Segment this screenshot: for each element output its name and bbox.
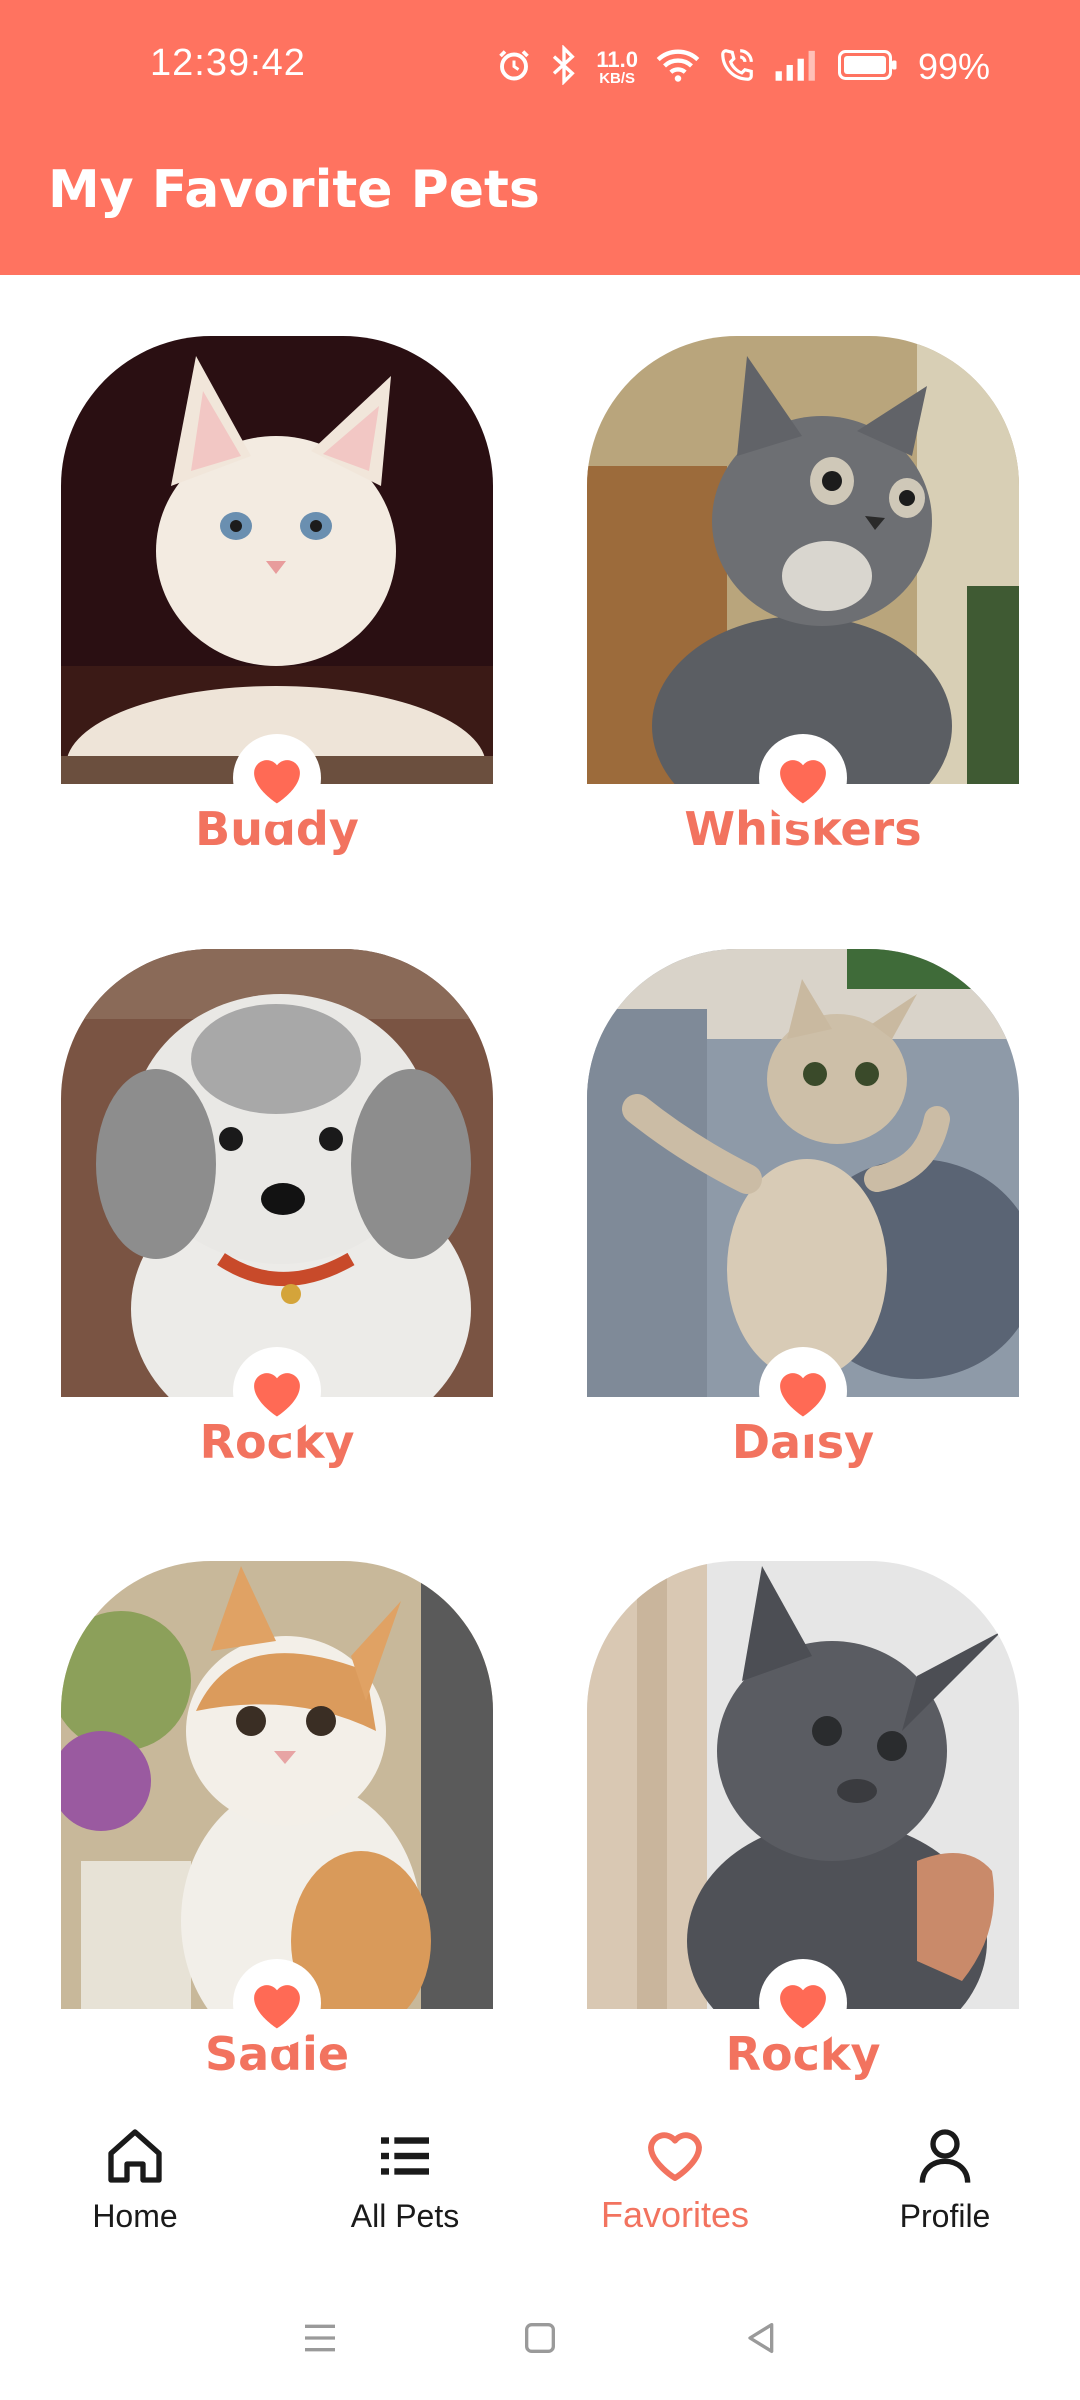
heart-outline-icon: [648, 2132, 702, 2181]
bottom-nav: Home All Pets Favorites Profile: [0, 2100, 1080, 2280]
nav-label: Profile: [899, 2198, 991, 2234]
heart-filled-icon: [780, 760, 826, 804]
pet-card[interactable]: Rocky: [61, 949, 493, 1469]
pet-photo: [61, 949, 493, 1397]
nav-all-pets[interactable]: All Pets: [270, 2100, 540, 2280]
pet-photo: [587, 336, 1019, 784]
pet-card[interactable]: Daisy: [587, 949, 1019, 1469]
heart-filled-icon: [254, 760, 300, 804]
pet-card[interactable]: Whiskers: [587, 336, 1019, 856]
menu-icon[interactable]: [300, 2318, 340, 2362]
pet-card[interactable]: Buddy: [61, 336, 493, 856]
bluetooth-icon: [550, 44, 578, 89]
battery-icon: [836, 50, 900, 84]
wifi-icon: [656, 47, 700, 87]
favorite-button[interactable]: [233, 734, 321, 822]
alarm-icon: [496, 47, 532, 87]
signal-icon: [774, 49, 818, 85]
favorite-button[interactable]: [759, 1347, 847, 1435]
pet-card[interactable]: Rocky: [587, 1561, 1019, 2081]
home-square-icon[interactable]: [520, 2318, 560, 2362]
wifi-calling-icon: [718, 46, 756, 88]
pet-photo: [587, 1561, 1019, 2009]
system-nav-bar: [0, 2280, 1080, 2400]
pet-photo: [587, 949, 1019, 1397]
heart-filled-icon: [254, 1373, 300, 1417]
favorite-button[interactable]: [233, 1347, 321, 1435]
list-icon: [381, 2137, 429, 2175]
pet-card[interactable]: Sadie: [61, 1561, 493, 2081]
back-icon[interactable]: [740, 2318, 780, 2362]
nav-home[interactable]: Home: [0, 2100, 270, 2280]
home-icon: [108, 2129, 162, 2183]
nav-favorites[interactable]: Favorites: [540, 2100, 810, 2280]
status-time: 12:39:42: [150, 42, 306, 84]
nav-profile[interactable]: Profile: [810, 2100, 1080, 2280]
pet-photo: [61, 1561, 493, 2009]
favorite-button[interactable]: [233, 1959, 321, 2047]
nav-label: All Pets: [350, 2198, 460, 2234]
favorite-button[interactable]: [759, 734, 847, 822]
status-bar: 12:39:42 11.0 KB/S 99%: [0, 0, 1080, 136]
battery-percent: 99%: [917, 46, 990, 87]
heart-filled-icon: [254, 1985, 300, 2029]
net-speed: 11.0 KB/S: [596, 46, 638, 87]
favorite-button[interactable]: [759, 1959, 847, 2047]
nav-label: Favorites: [600, 2194, 750, 2235]
pet-photo: [61, 336, 493, 784]
top-bar: 12:39:42 11.0 KB/S 99% My Favorite Pets: [0, 0, 1080, 275]
page-title: My Favorite Pets: [48, 160, 540, 220]
heart-filled-icon: [780, 1985, 826, 2029]
heart-filled-icon: [780, 1373, 826, 1417]
person-icon: [919, 2129, 971, 2183]
favorites-grid: Buddy Whiskers Rocky Daisy Sadie Rocky: [0, 275, 1080, 2100]
nav-label: Home: [92, 2198, 178, 2234]
status-icons: 11.0 KB/S 99%: [496, 40, 990, 94]
